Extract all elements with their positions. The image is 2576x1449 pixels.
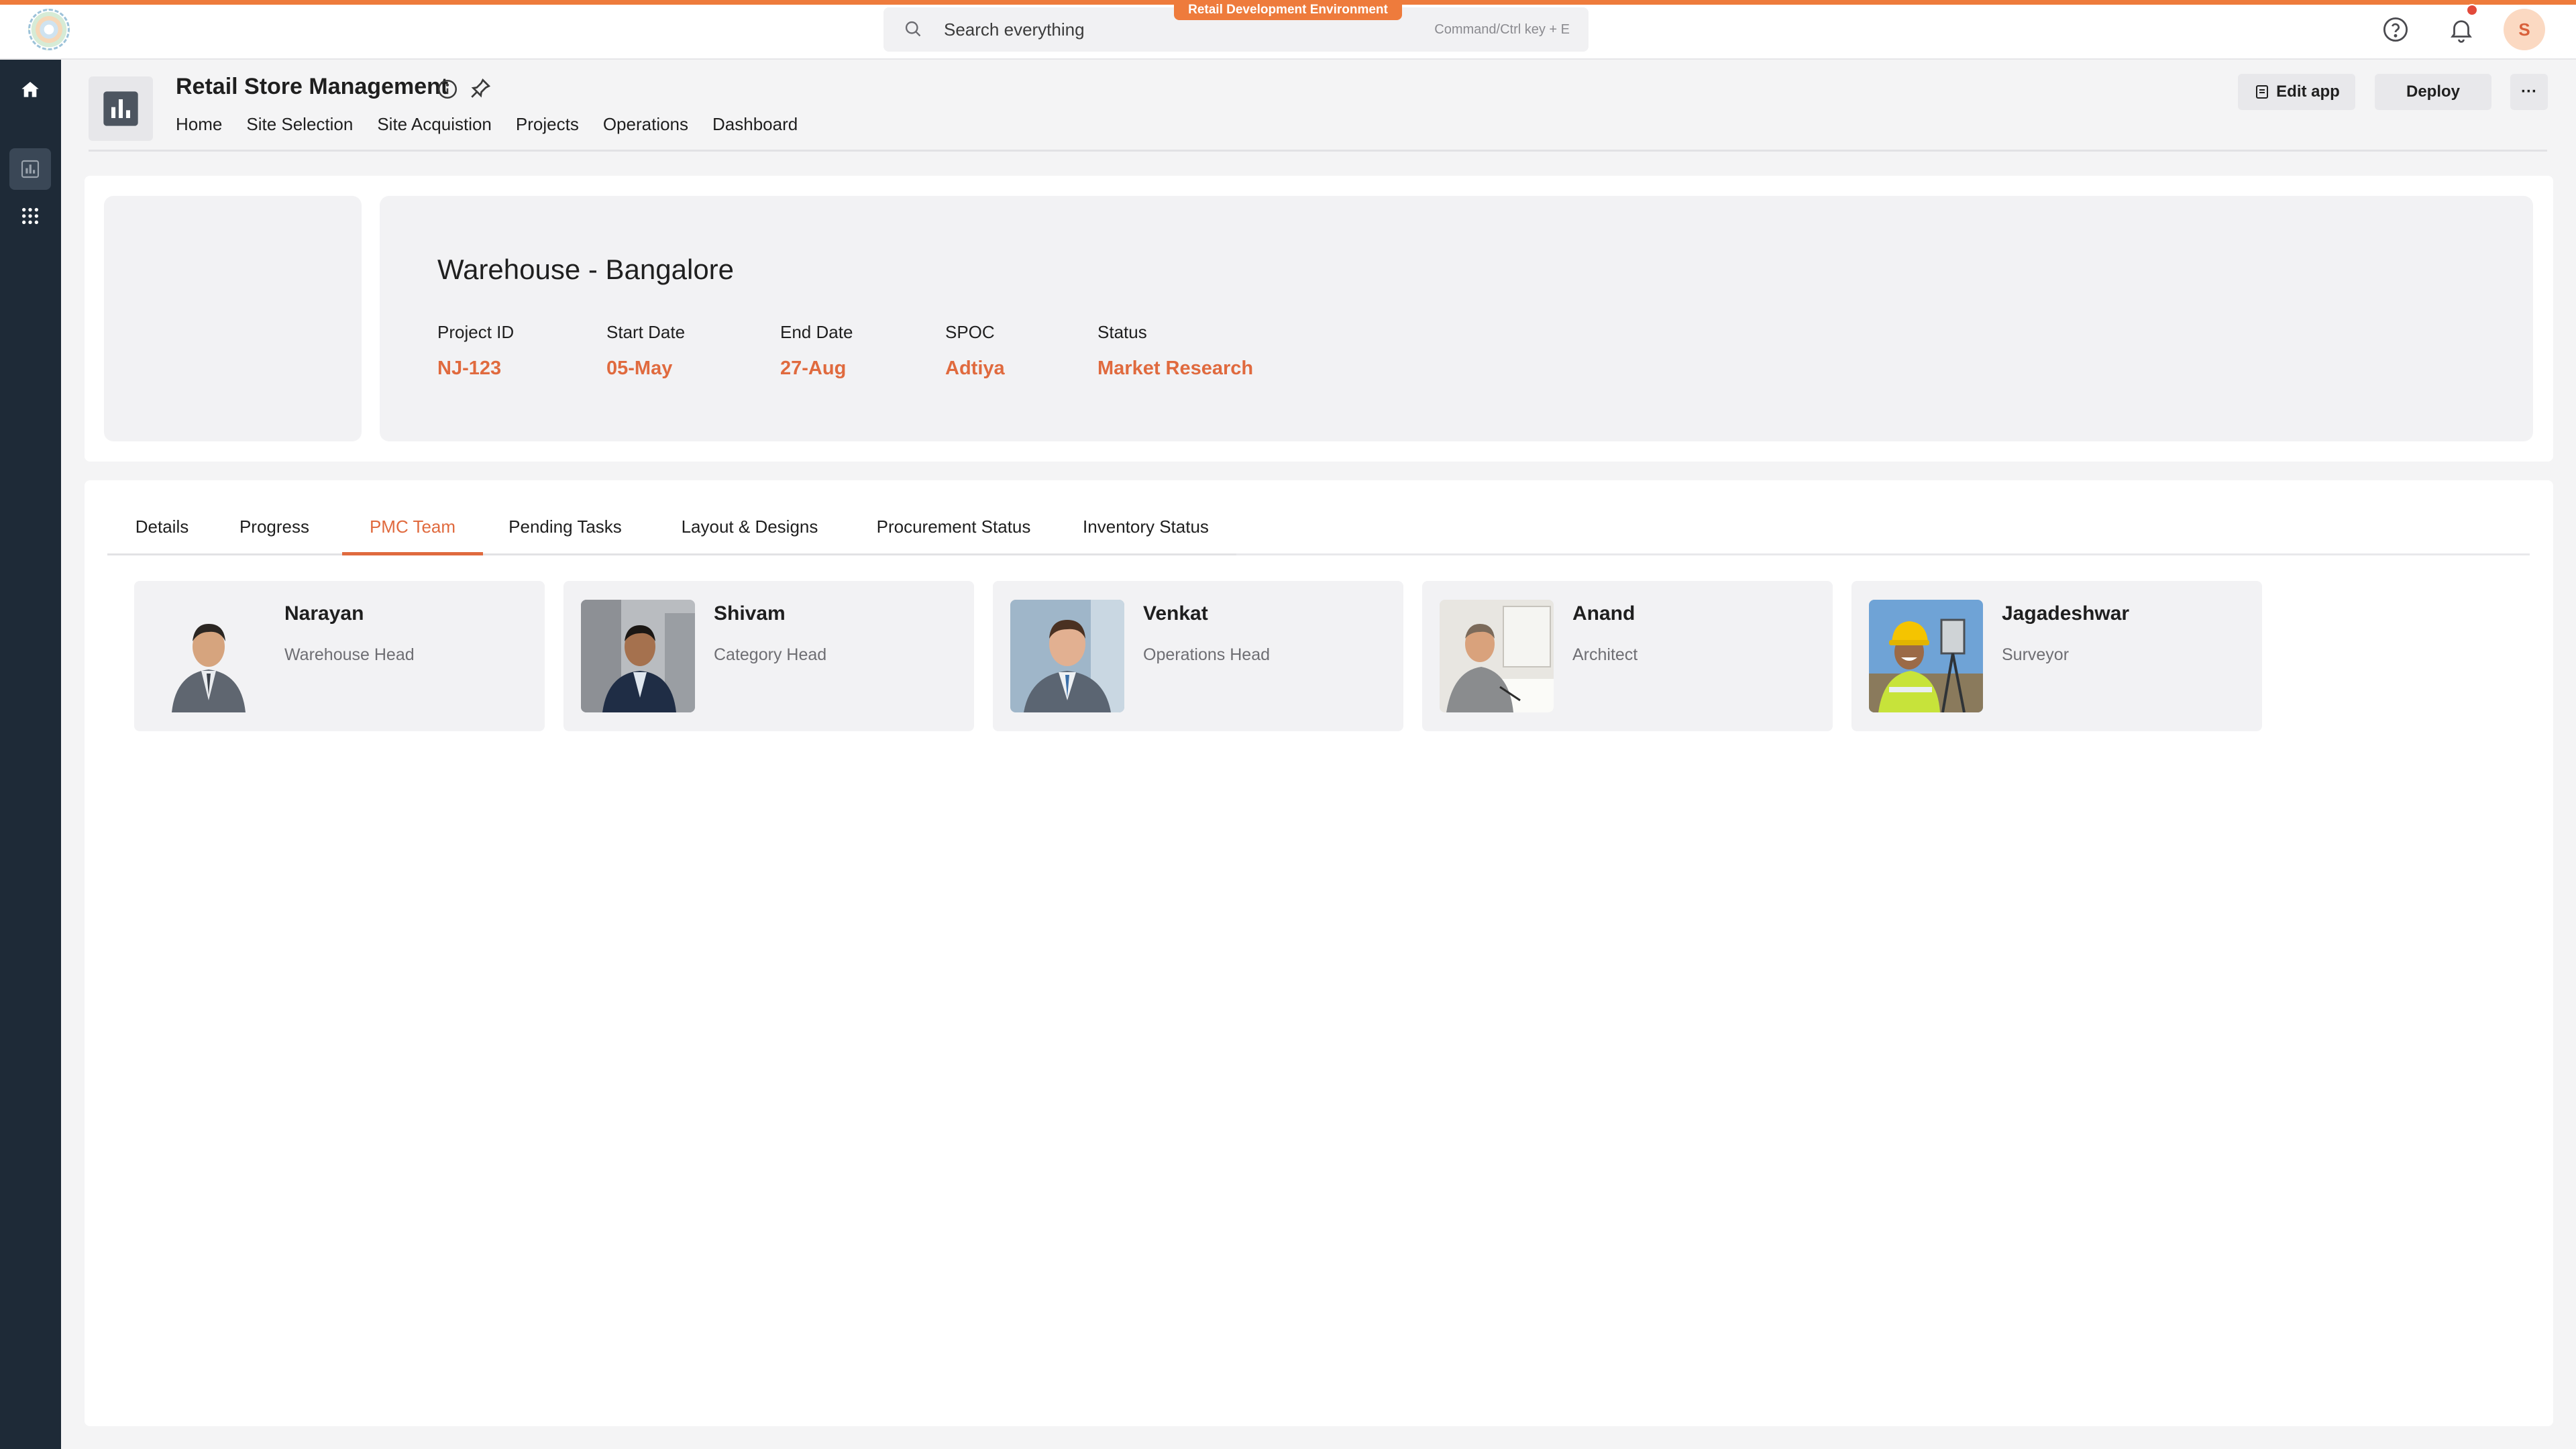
search-icon [905, 21, 921, 37]
app-title: Retail Store Management [176, 74, 449, 99]
tab-procurement-status[interactable]: Procurement Status [852, 510, 1055, 555]
bar-chart-icon [103, 91, 138, 126]
member-role: Operations Head [1143, 645, 1271, 664]
left-rail [0, 60, 61, 1449]
team-member-card[interactable]: Venkat Operations Head [993, 581, 1403, 731]
nav-home[interactable]: Home [176, 114, 222, 135]
edit-app-label: Edit app [2276, 83, 2340, 101]
header-divider [89, 150, 2547, 152]
app-icon [89, 76, 153, 141]
field-status: Status Market Research [1097, 322, 1253, 380]
field-value: NJ-123 [437, 358, 502, 379]
deploy-button[interactable]: Deploy [2375, 74, 2491, 110]
field-start-date: Start Date 05-May [606, 322, 685, 380]
field-project-id: Project ID NJ-123 [437, 322, 514, 380]
grid-apps-icon [22, 208, 38, 224]
project-summary-card [380, 196, 2533, 441]
member-role: Architect [1572, 645, 1638, 664]
rail-item-apps[interactable] [9, 195, 51, 237]
nav-dashboard[interactable]: Dashboard [712, 114, 798, 135]
field-label: Status [1097, 322, 1147, 342]
person-photo-icon [581, 600, 695, 712]
user-avatar[interactable]: S [2504, 9, 2545, 50]
field-label: SPOC [945, 322, 995, 342]
member-name: Jagadeshwar [2002, 602, 2130, 625]
notification-badge [2466, 4, 2478, 16]
field-end-date: End Date 27-Aug [780, 322, 853, 380]
rail-item-home[interactable] [9, 69, 51, 111]
field-value: 05-May [606, 358, 673, 379]
tab-layout-designs[interactable]: Layout & Designs [647, 510, 852, 555]
member-role: Warehouse Head [284, 645, 415, 664]
tab-inventory-status[interactable]: Inventory Status [1055, 510, 1236, 555]
team-member-card[interactable]: Shivam Category Head [564, 581, 974, 731]
field-value: Adtiya [945, 358, 1005, 379]
member-name: Venkat [1143, 602, 1208, 625]
project-thumbnail [104, 196, 362, 441]
member-photo [1440, 600, 1554, 712]
rail-item-app[interactable] [9, 148, 51, 190]
member-photo [152, 600, 266, 712]
field-label: End Date [780, 322, 853, 342]
tab-details[interactable]: Details [107, 510, 217, 555]
pin-icon[interactable] [468, 76, 492, 101]
team-member-card[interactable]: Jagadeshwar Surveyor [1851, 581, 2262, 731]
field-value: 27-Aug [780, 358, 847, 379]
member-role: Category Head [714, 645, 827, 664]
member-name: Shivam [714, 602, 786, 625]
member-photo [1869, 600, 1983, 712]
app-logo[interactable] [28, 9, 70, 50]
field-label: Start Date [606, 322, 686, 342]
person-photo-icon [1869, 600, 1983, 712]
team-member-card[interactable]: Anand Architect [1422, 581, 1833, 731]
field-spoc: SPOC Adtiya [945, 322, 1005, 380]
app-nav: Home Site Selection Site Acquistion Proj… [176, 114, 822, 135]
environment-badge: Retail Development Environment [1174, 0, 1402, 20]
person-photo-icon [1010, 600, 1124, 712]
help-icon[interactable] [2381, 15, 2410, 44]
member-name: Anand [1572, 602, 1635, 625]
nav-site-acquisition[interactable]: Site Acquistion [377, 114, 492, 135]
edit-document-icon [2256, 85, 2268, 99]
person-photo-icon [152, 600, 266, 712]
home-icon [21, 82, 39, 97]
member-role: Surveyor [2002, 645, 2070, 664]
nav-projects[interactable]: Projects [516, 114, 579, 135]
edit-app-button[interactable]: Edit app [2238, 74, 2355, 110]
project-title: Warehouse - Bangalore [437, 254, 735, 285]
person-photo-icon [1440, 600, 1554, 712]
tab-pending-tasks[interactable]: Pending Tasks [483, 510, 647, 555]
search-shortcut-hint: Command/Ctrl key + E [1434, 22, 1570, 37]
notification-bell-icon[interactable] [2447, 15, 2475, 44]
team-member-card[interactable]: Narayan Warehouse Head [134, 581, 545, 731]
info-icon[interactable] [436, 78, 459, 101]
nav-site-selection[interactable]: Site Selection [246, 114, 353, 135]
tab-progress[interactable]: Progress [217, 510, 332, 555]
tabs-divider [1236, 553, 2530, 555]
nav-operations[interactable]: Operations [603, 114, 688, 135]
member-photo [1010, 600, 1124, 712]
field-value: Market Research [1097, 358, 1254, 379]
member-name: Narayan [284, 602, 364, 625]
tab-pmc-team[interactable]: PMC Team [342, 510, 483, 555]
project-tabs: Details Progress PMC Team Pending Tasks … [107, 510, 1236, 555]
bar-chart-icon [21, 160, 40, 178]
member-photo [581, 600, 695, 712]
field-label: Project ID [437, 322, 515, 342]
more-options-button[interactable]: ··· [2510, 74, 2548, 110]
